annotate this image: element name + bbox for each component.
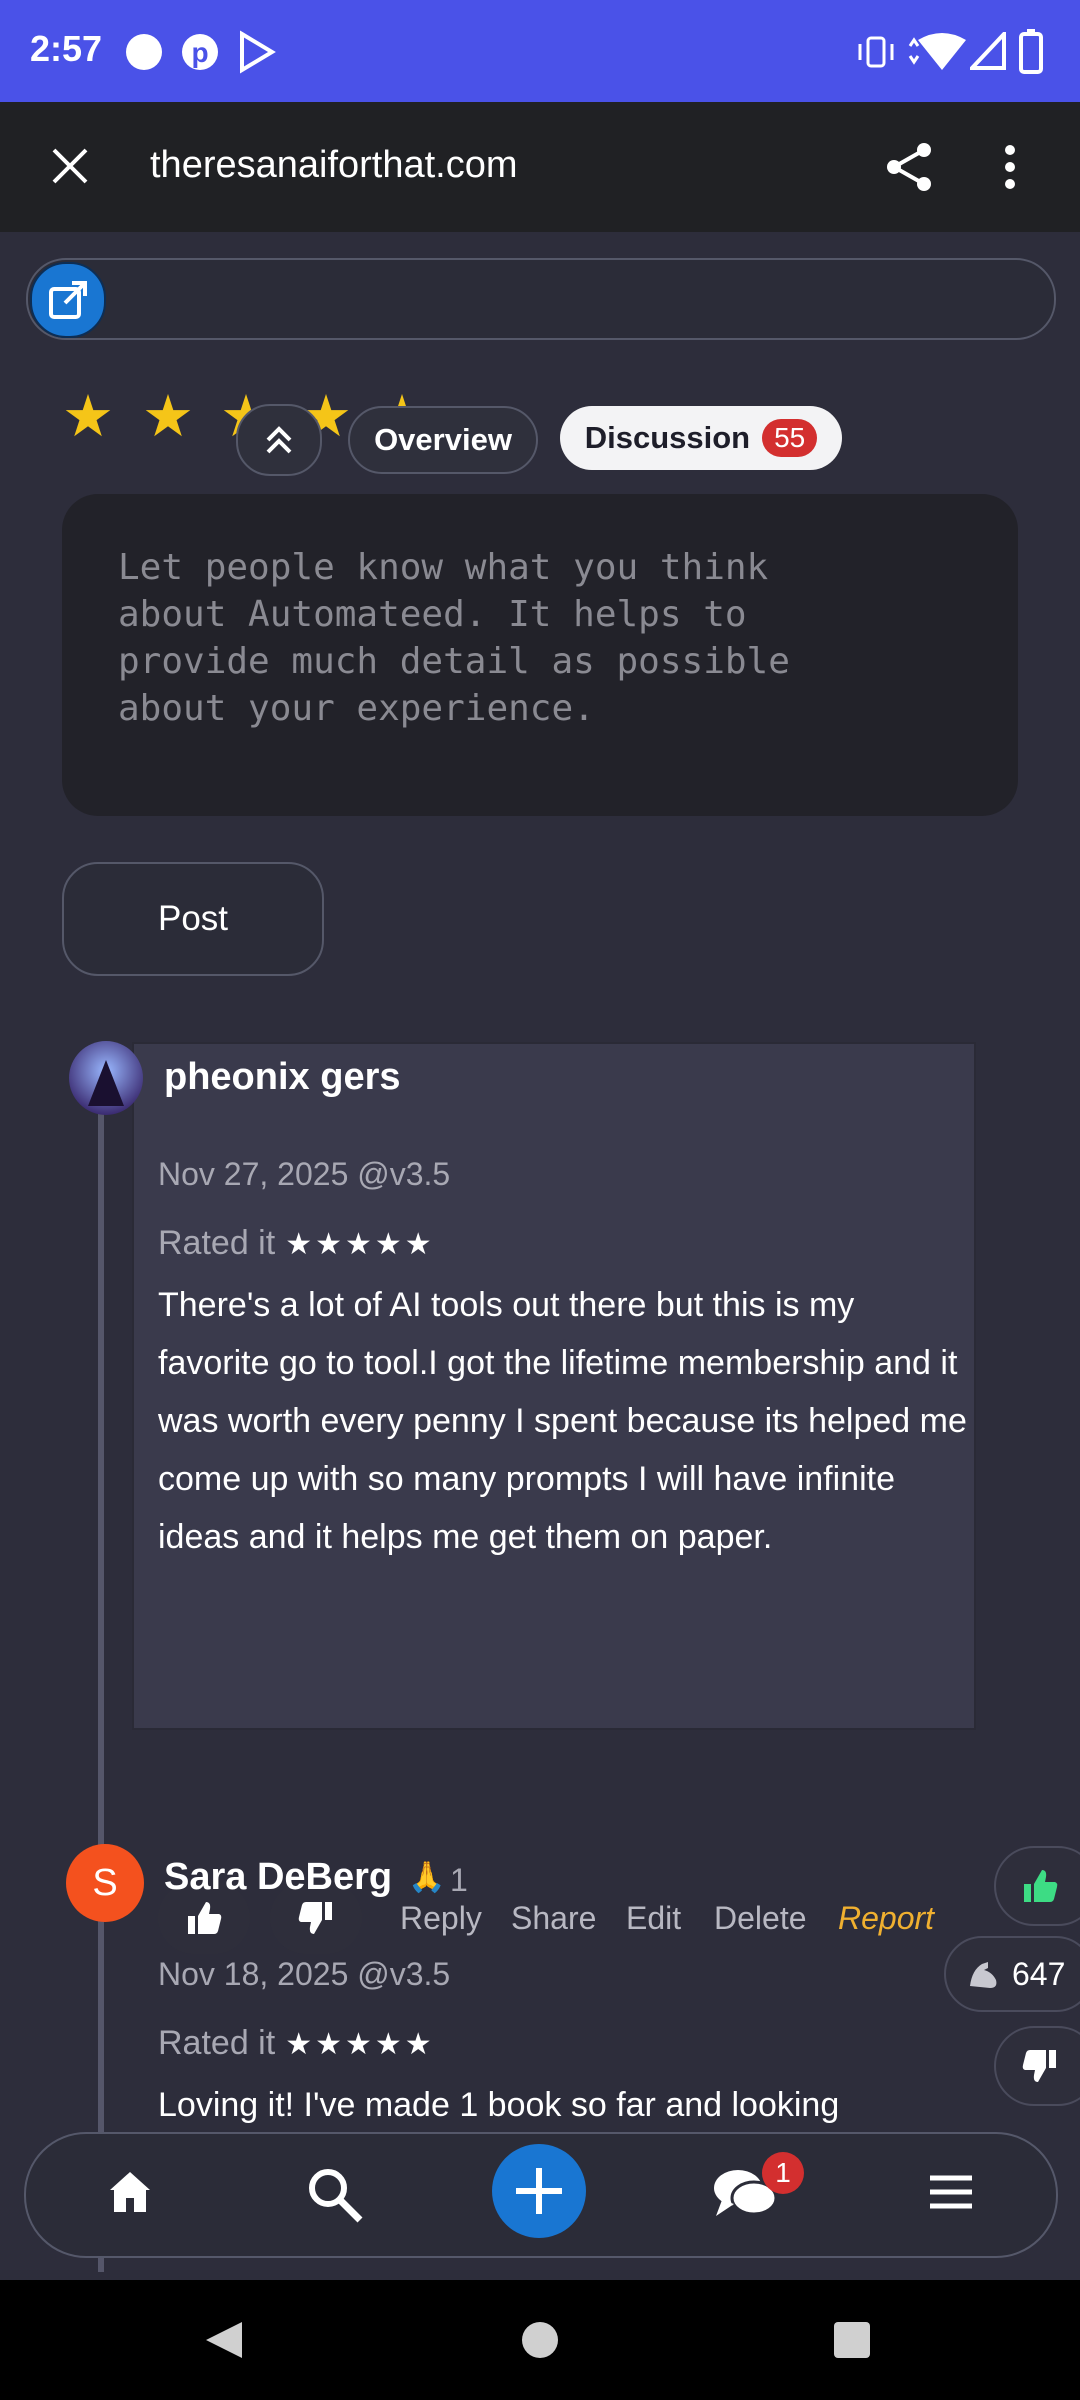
float-strength-button[interactable]: 647	[944, 1936, 1080, 2012]
home-icon[interactable]	[106, 2168, 154, 2216]
more-options-icon[interactable]	[998, 142, 1022, 192]
tab-overview[interactable]: Overview	[348, 406, 538, 474]
battery-icon	[1019, 29, 1043, 74]
comment-author[interactable]: pheonix gers	[164, 1056, 401, 1099]
rated-label: Rated it	[158, 1224, 276, 1262]
messages-badge: 1	[762, 2152, 804, 2194]
thumbs-down-icon	[298, 1902, 332, 1934]
post-button[interactable]: Post	[62, 862, 324, 976]
share-link[interactable]: Share	[511, 1900, 596, 1937]
status-time: 2:57	[30, 28, 103, 69]
rated-row: Rated it ★★★★★	[158, 2024, 435, 2063]
avatar[interactable]	[68, 1040, 144, 1116]
comment-body: There's a lot of AI tools out there but …	[158, 1286, 967, 1556]
play-store-icon	[240, 30, 276, 74]
system-navigation-bar	[0, 2280, 1080, 2400]
external-link-icon	[49, 281, 87, 319]
comment-author[interactable]: Sara DeBerg	[164, 1856, 392, 1899]
discussion-count-badge: 55	[762, 419, 818, 457]
home-circle-icon[interactable]	[520, 2320, 560, 2360]
rated-label: Rated it	[158, 2024, 276, 2062]
rated-stars: ★★★★★	[285, 2028, 435, 2061]
browser-toolbar: theresanaiforthat.com	[0, 102, 1080, 232]
menu-icon[interactable]	[928, 2172, 974, 2212]
signal-icon	[970, 32, 1006, 70]
comment-input[interactable]: Let people know what you think about Aut…	[62, 494, 1018, 816]
back-icon[interactable]	[202, 2318, 246, 2362]
add-button[interactable]	[492, 2144, 586, 2238]
thumbs-up-icon	[188, 1902, 222, 1934]
avatar[interactable]: S	[66, 1844, 144, 1922]
recents-icon[interactable]	[832, 2320, 872, 2360]
page-content: ★ ★ ★ ★ ★ Overview Discussion 55 Let peo…	[0, 232, 1080, 2280]
double-chevron-up-icon	[266, 426, 292, 454]
strength-count: 647	[1012, 1955, 1066, 1992]
thumbs-up-icon	[1024, 1870, 1058, 1902]
notification-dot-icon	[126, 34, 162, 70]
pinterest-icon: p	[182, 34, 218, 70]
avatar-letter: S	[92, 1861, 118, 1904]
comment-body: Loving it! I've made 1 book so far and l…	[158, 2086, 840, 2124]
vibrate-icon	[858, 36, 894, 68]
rating-star-1: ★	[62, 384, 114, 449]
emoji-reaction[interactable]: 🙏	[408, 1860, 445, 1895]
rating-star-2: ★	[142, 384, 194, 449]
search-icon[interactable]	[304, 2164, 364, 2224]
status-bar: 2:57 p	[0, 0, 1080, 102]
tab-discussion-label: Discussion	[584, 420, 751, 455]
tool-header-pill[interactable]	[26, 258, 1056, 340]
svg-text:p: p	[191, 37, 208, 68]
messages-badge-count: 1	[775, 2157, 791, 2188]
thumbs-down-icon	[1022, 2050, 1056, 2082]
share-icon[interactable]	[884, 140, 936, 194]
close-icon[interactable]	[50, 146, 90, 186]
plus-icon	[516, 2168, 562, 2214]
tab-overview-label: Overview	[374, 422, 512, 457]
edit-link[interactable]: Edit	[626, 1900, 681, 1937]
float-dislike-button[interactable]	[994, 2026, 1080, 2106]
delete-link[interactable]: Delete	[714, 1900, 807, 1937]
tab-discussion[interactable]: Discussion 55	[560, 406, 842, 470]
wifi-icon	[908, 33, 966, 70]
comment-date: Nov 27, 2025 @v3.5	[158, 1156, 451, 1192]
thread-line	[98, 1092, 104, 1960]
post-button-label: Post	[157, 899, 229, 938]
comment-date: Nov 18, 2025 @v3.5	[158, 1956, 451, 1992]
url-text[interactable]: theresanaiforthat.com	[150, 144, 518, 187]
open-external-button[interactable]	[30, 262, 106, 338]
flexed-arm-icon	[970, 1962, 997, 1988]
float-like-button[interactable]	[994, 1846, 1080, 1926]
scroll-up-button[interactable]	[236, 404, 322, 476]
rated-row: Rated it ★★★★★	[158, 1224, 435, 1263]
report-link[interactable]: Report	[838, 1900, 934, 1937]
reaction-count: 1	[450, 1862, 468, 1898]
reply-link[interactable]: Reply	[400, 1900, 482, 1937]
rated-stars: ★★★★★	[285, 1228, 435, 1261]
